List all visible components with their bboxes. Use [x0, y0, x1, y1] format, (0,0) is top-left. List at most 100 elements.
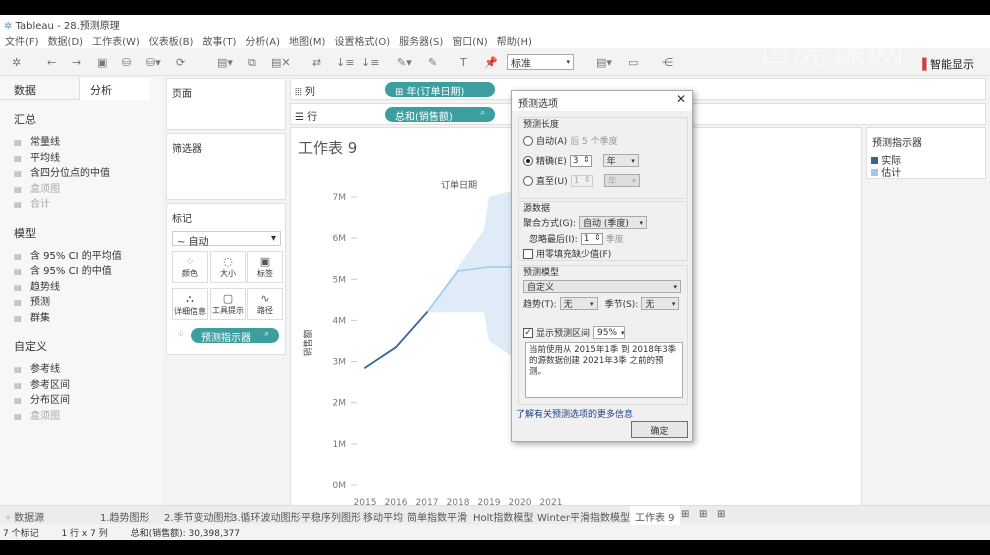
- sort-asc-icon[interactable]: ↓≡: [336, 56, 354, 69]
- menu-help[interactable]: 帮助(H): [497, 33, 532, 48]
- new-sheet-icon[interactable]: ▤▾: [217, 56, 233, 69]
- aggregation-select[interactable]: 自动 (季度): [579, 216, 648, 229]
- new-story-icon[interactable]: ⊞: [712, 506, 730, 525]
- view-size-select[interactable]: 标准: [507, 54, 574, 70]
- sort-desc-icon[interactable]: ↓≡: [361, 56, 379, 69]
- path-button[interactable]: ∿ 路径: [247, 288, 283, 320]
- sheet-tab[interactable]: 简单指数平滑: [402, 506, 472, 525]
- forecast-icon: ⌕: [480, 108, 485, 117]
- analytics-item[interactable]: ▤ 含 95% CI 的中值: [14, 262, 112, 277]
- redo-icon[interactable]: →: [72, 56, 81, 69]
- clear-sheet-icon[interactable]: ▤✕: [271, 56, 291, 69]
- legend-item-estimate[interactable]: 估计: [871, 164, 901, 179]
- menu-worksheet[interactable]: 工作表(W): [92, 33, 140, 48]
- analytics-item[interactable]: ▤ 趋势线: [14, 278, 60, 293]
- analytics-item[interactable]: ▤ 常量线: [14, 133, 60, 148]
- analytics-item[interactable]: ▤ 盒须图: [14, 407, 60, 422]
- menu-story[interactable]: 故事(T): [202, 33, 236, 48]
- share-icon[interactable]: ⋲: [662, 56, 673, 69]
- more-info-link[interactable]: 了解有关预测选项的更多信息: [516, 407, 633, 420]
- presentation-icon[interactable]: ▭: [628, 56, 638, 69]
- fill-zero-row[interactable]: 用零填充缺少值(F): [523, 247, 611, 260]
- menu-window[interactable]: 窗口(N): [452, 33, 487, 48]
- new-datasource-icon[interactable]: ⛁: [122, 56, 131, 69]
- sheet-tab[interactable]: 移动平均: [358, 506, 408, 525]
- season-select[interactable]: 无: [641, 297, 680, 310]
- sheet-tab[interactable]: Winter平滑指数模型: [532, 506, 635, 525]
- interval-checkbox[interactable]: ✓: [523, 327, 533, 338]
- menu-analysis[interactable]: 分析(A): [245, 33, 280, 48]
- menu-map[interactable]: 地图(M): [289, 33, 325, 48]
- close-icon[interactable]: ✕: [676, 92, 686, 106]
- auto-radio[interactable]: [523, 135, 533, 146]
- auto-option[interactable]: 自动(A) 后 5 个季度: [523, 134, 618, 147]
- columns-pill[interactable]: ⊞ 年(订单日期): [385, 82, 495, 98]
- sheet-tab[interactable]: 工作表 9: [630, 506, 680, 525]
- color-button[interactable]: ⁘ 颜色: [172, 251, 208, 283]
- new-sheet-icon[interactable]: ⊞: [676, 506, 694, 525]
- save-icon[interactable]: ▣: [97, 56, 107, 69]
- duplicate-sheet-icon[interactable]: ⧉: [248, 56, 256, 70]
- fill-zero-checkbox[interactable]: [523, 248, 533, 259]
- exact-unit-select[interactable]: 年: [602, 154, 639, 167]
- tab-analytics[interactable]: 分析: [80, 78, 150, 100]
- undo-icon[interactable]: ←: [47, 56, 56, 69]
- sheet-tab[interactable]: 1.趋势图形: [95, 506, 155, 525]
- analytics-item[interactable]: ▤ 平均线: [14, 149, 60, 164]
- tab-data[interactable]: 数据: [0, 78, 80, 100]
- analytics-item-icon: ▤: [14, 313, 22, 323]
- analytics-item[interactable]: ▤ 分布区间: [14, 391, 70, 406]
- until-radio[interactable]: [523, 175, 533, 186]
- until-option[interactable]: 直至(U)1年: [523, 174, 640, 187]
- refresh-icon[interactable]: ⟳: [176, 56, 185, 69]
- until-value-spinner[interactable]: 1: [570, 174, 593, 187]
- mark-type-select[interactable]: ∼ 自动 ▾: [172, 231, 281, 248]
- interval-select[interactable]: 95%: [593, 326, 626, 339]
- show-me-button[interactable]: ▐ 智能显示: [918, 56, 974, 72]
- until-unit-select[interactable]: 年: [603, 174, 640, 187]
- forecast-options-dialog: 预测选项✕ 预测长度 自动(A)后 5 个季度 精确(E)3年 直至(U)1年 …: [511, 90, 693, 442]
- analytics-item[interactable]: ▤ 参考区间: [14, 376, 70, 391]
- menu-server[interactable]: 服务器(S): [399, 33, 443, 48]
- analytics-item[interactable]: ▤ 含四分位点的中值: [14, 164, 110, 179]
- swap-icon[interactable]: ⇄: [312, 56, 321, 69]
- rows-pill[interactable]: 总和(销售额) ⌕: [385, 107, 495, 123]
- label-button[interactable]: ▣ 标签: [247, 251, 283, 283]
- tab-datasource[interactable]: ◦ 数据源: [0, 506, 49, 525]
- detail-button[interactable]: ⛬ 详细信息: [172, 288, 208, 320]
- analytics-item[interactable]: ▤ 含 95% CI 的平均值: [14, 247, 122, 262]
- tooltip-button[interactable]: ▢ 工具提示: [210, 288, 246, 320]
- sheet-tab[interactable]: Holt指数模型: [468, 506, 538, 525]
- ok-button[interactable]: 确定: [631, 421, 688, 438]
- menu-data[interactable]: 数据(D): [48, 33, 84, 48]
- ignore-spinner[interactable]: 1: [580, 232, 603, 245]
- tableau-home-icon[interactable]: ✲: [12, 56, 21, 69]
- size-button[interactable]: ◌ 大小: [210, 251, 246, 283]
- filters-card[interactable]: 筛选器: [166, 133, 286, 200]
- analytics-item[interactable]: ▤ 合计: [14, 195, 50, 210]
- analytics-item[interactable]: ▤ 预测: [14, 293, 50, 308]
- sheet-tab[interactable]: 3.循环波动图形: [226, 506, 306, 525]
- show-cards-icon[interactable]: ▤▾: [596, 56, 612, 69]
- highlight-icon[interactable]: ✎▾: [397, 56, 412, 69]
- trend-select[interactable]: 无: [559, 297, 598, 310]
- menu-file[interactable]: 文件(F): [5, 33, 39, 48]
- new-dashboard-icon[interactable]: ⊞: [694, 506, 712, 525]
- menu-format[interactable]: 设置格式(O): [334, 33, 390, 48]
- forecast-indicator-pill[interactable]: 预测指示器 ⌕: [191, 328, 279, 344]
- pages-card[interactable]: 页面: [166, 78, 286, 130]
- menu-dashboard[interactable]: 仪表板(B): [149, 33, 194, 48]
- pin-icon[interactable]: 📌: [484, 56, 498, 69]
- analytics-item[interactable]: ▤ 参考线: [14, 360, 60, 375]
- pause-updates-icon[interactable]: ⛁▾: [146, 56, 161, 69]
- analytics-item[interactable]: ▤ 群集: [14, 309, 50, 324]
- model-type-select[interactable]: 自定义: [523, 280, 681, 293]
- label-icon[interactable]: T: [460, 56, 467, 69]
- analytics-item-icon: ▤: [14, 411, 22, 421]
- analytics-item[interactable]: ▤ 盒须图: [14, 180, 60, 195]
- exact-value-spinner[interactable]: 3: [569, 154, 592, 167]
- exact-option[interactable]: 精确(E)3年: [523, 154, 639, 167]
- exact-radio[interactable]: [523, 155, 533, 166]
- sheet-tab[interactable]: 平稳序列图形: [296, 506, 366, 525]
- group-icon[interactable]: ✎: [428, 56, 437, 69]
